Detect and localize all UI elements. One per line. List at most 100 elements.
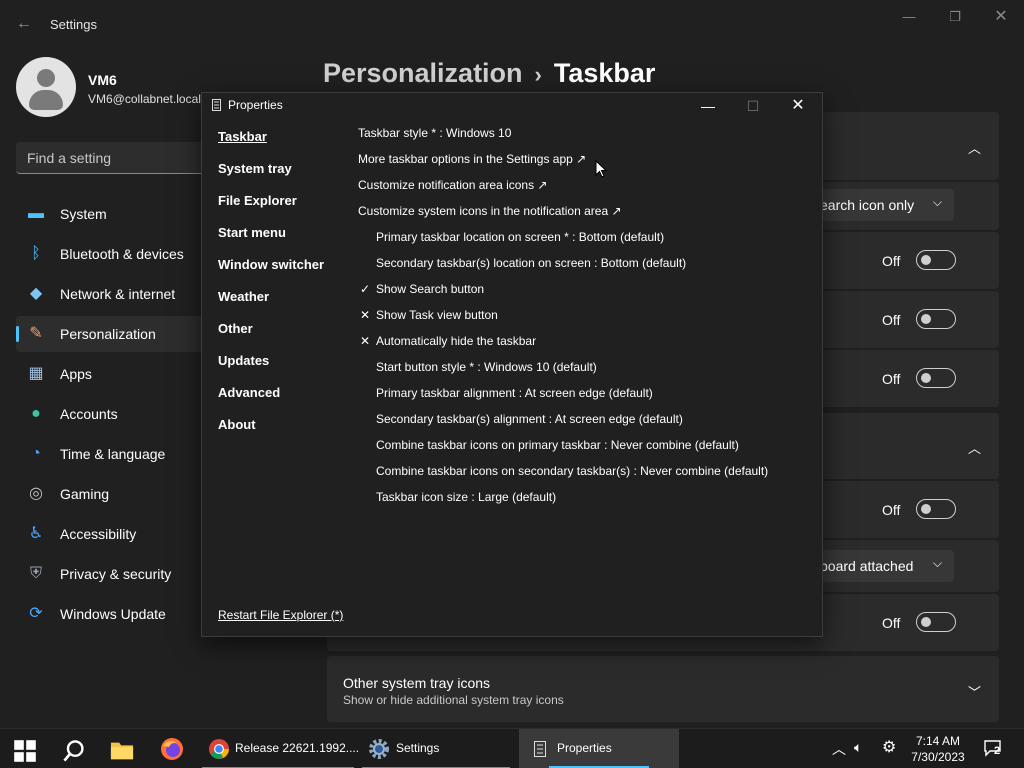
checkmark-icon: ✓ [359,282,371,296]
breadcrumb: Personalization › Taskbar [323,58,655,89]
sidebar-item-label: Accounts [60,406,118,422]
active-indicator [16,326,19,342]
avatar[interactable] [16,57,76,117]
sidebar-item-label: Personalization [60,326,156,342]
dialog-title: Properties [228,98,283,112]
minimize-button[interactable]: — [894,6,924,28]
notification-count: 2 [994,745,1001,757]
notification-center-icon[interactable]: 2 [984,739,1006,759]
taskbar-app-settings[interactable]: Settings [362,729,510,768]
dialog-tab-updates[interactable]: Updates [218,353,269,368]
toggle-switch[interactable]: Off [882,612,962,636]
option-row[interactable]: Secondary taskbar(s) alignment : At scre… [376,412,683,426]
taskbar-app-properties[interactable]: Properties [519,729,679,768]
sidebar-item-gaming[interactable]: ◎ Gaming [16,476,206,512]
minimize-button[interactable]: — [688,95,728,117]
sidebar-item-network-internet[interactable]: ◆ Network & internet [16,276,206,312]
toggle-switch[interactable]: Off [882,250,962,274]
restart-explorer-link[interactable]: Restart File Explorer (*) [218,608,343,622]
option-row[interactable]: More taskbar options in the Settings app… [358,152,586,166]
dialog-tab-taskbar[interactable]: Taskbar [218,129,267,144]
dialog-tab-about[interactable]: About [218,417,256,432]
sidebar-item-apps[interactable]: ▦ Apps [16,356,206,392]
sidebar-item-windows-update[interactable]: ⟳ Windows Update [16,596,206,632]
sidebar-item-accounts[interactable]: ● Accounts [16,396,206,432]
option-row[interactable]: Show Search button [376,282,484,296]
option-row[interactable]: Customize notification area icons ↗ [358,178,547,192]
toggle-switch[interactable]: Off [882,368,962,392]
sidebar-item-label: Windows Update [60,606,166,622]
dialog-tab-other[interactable]: Other [218,321,253,336]
close-button[interactable]: ✕ [986,6,1016,28]
close-button[interactable]: ✕ [778,95,818,117]
sidebar-item-accessibility[interactable]: ♿ Accessibility [16,516,206,552]
chevron-up-icon[interactable]: ︿ [832,739,846,759]
clock-globe-icon: ◔ [31,445,41,462]
breadcrumb-separator: › [534,62,542,87]
clock[interactable]: 7:14 AM 7/30/2023 [908,733,968,765]
file-explorer-icon[interactable] [110,738,134,762]
toggle-switch[interactable]: Off [882,309,962,333]
back-button[interactable]: ← [12,12,36,36]
mouse-cursor-icon [595,160,607,178]
gamepad-icon: ◎ [29,485,43,502]
option-row[interactable]: Automatically hide the taskbar [376,334,536,348]
dialog-tab-file-explorer[interactable]: File Explorer [218,193,297,208]
chevron-up-icon[interactable]: ︿ [968,138,981,157]
sidebar-item-label: Apps [60,366,92,382]
profile-email: VM6@collabnet.local [88,92,201,106]
maximize-button[interactable]: ❐ [940,6,970,28]
search-input[interactable]: Find a setting [16,142,216,174]
option-row[interactable]: Show Task view button [376,308,498,322]
sidebar-item-label: Gaming [60,486,110,502]
search-placeholder: Find a setting [27,150,112,166]
volume-icon[interactable]: 🔈︎ [854,739,862,756]
option-row[interactable]: Customize system icons in the notificati… [358,204,622,218]
properties-icon [212,99,221,111]
taskbar-app-chrome[interactable]: Release 22621.1992.... [202,729,359,768]
properties-dialog: Properties — ☐ ✕ Taskbar System tray File … [201,92,823,637]
brush-icon: ✎ [29,325,43,342]
dialog-tab-advanced[interactable]: Advanced [218,385,280,400]
sidebar-item-personalization[interactable]: ✎ Personalization [16,316,206,352]
option-row[interactable]: Start button style * : Windows 10 (defau… [376,360,597,374]
dialog-tab-window-switcher[interactable]: Window switcher [218,257,324,272]
chevron-down-icon[interactable]: ﹀ [968,682,981,701]
breadcrumb-parent[interactable]: Personalization [323,58,523,88]
option-row[interactable]: Combine taskbar icons on secondary taskb… [376,464,768,478]
cross-icon: ✕ [359,334,371,348]
accounts-icon: ● [31,405,41,422]
option-row[interactable]: Taskbar icon size : Large (default) [376,490,556,504]
system-icon: ▬ [28,205,44,222]
search-icon[interactable] [62,739,86,763]
toggle-switch[interactable]: Off [882,499,962,523]
option-row[interactable]: Combine taskbar icons on primary taskbar… [376,438,739,452]
option-row[interactable]: Primary taskbar alignment : At screen ed… [376,386,653,400]
dialog-tab-start-menu[interactable]: Start menu [218,225,286,240]
dialog-tab-system-tray[interactable]: System tray [218,161,292,176]
sidebar-item-bluetooth-devices[interactable]: ᛒ Bluetooth & devices [16,236,206,272]
firefox-icon[interactable] [160,737,184,761]
sidebar-item-label: Accessibility [60,526,137,542]
option-row[interactable]: Primary taskbar location on screen * : B… [376,230,664,244]
option-row[interactable]: Taskbar style * : Windows 10 [358,126,511,140]
keyboard-dropdown[interactable]: board attached ⌵ [820,550,954,582]
sidebar-item-time-language[interactable]: ◔ Time & language [16,436,206,472]
maximize-button: ☐ [746,98,760,114]
windows-start-icon[interactable] [13,739,37,763]
cross-icon: ✕ [359,308,371,322]
window-title: Settings [50,17,97,32]
accessibility-icon: ♿ [28,525,44,542]
sidebar-item-label: Bluetooth & devices [60,246,184,262]
chevron-down-icon: ⌵ [932,556,942,570]
sidebar-item-privacy-security[interactable]: ⛨ Privacy & security [16,556,206,592]
sidebar-item-system[interactable]: ▬ System [16,196,206,232]
dialog-tab-weather[interactable]: Weather [218,289,269,304]
option-row[interactable]: Secondary taskbar(s) location on screen … [376,256,686,270]
profile-name: VM6 [88,72,117,88]
search-dropdown[interactable]: earch icon only ⌵ [820,189,954,221]
chevron-up-icon[interactable]: ︿ [968,438,981,457]
gear-icon[interactable]: ⚙︎ [882,737,896,757]
sidebar-item-label: Privacy & security [60,566,172,582]
taskbar: Release 22621.1992.... Settings Properti… [0,728,1024,768]
